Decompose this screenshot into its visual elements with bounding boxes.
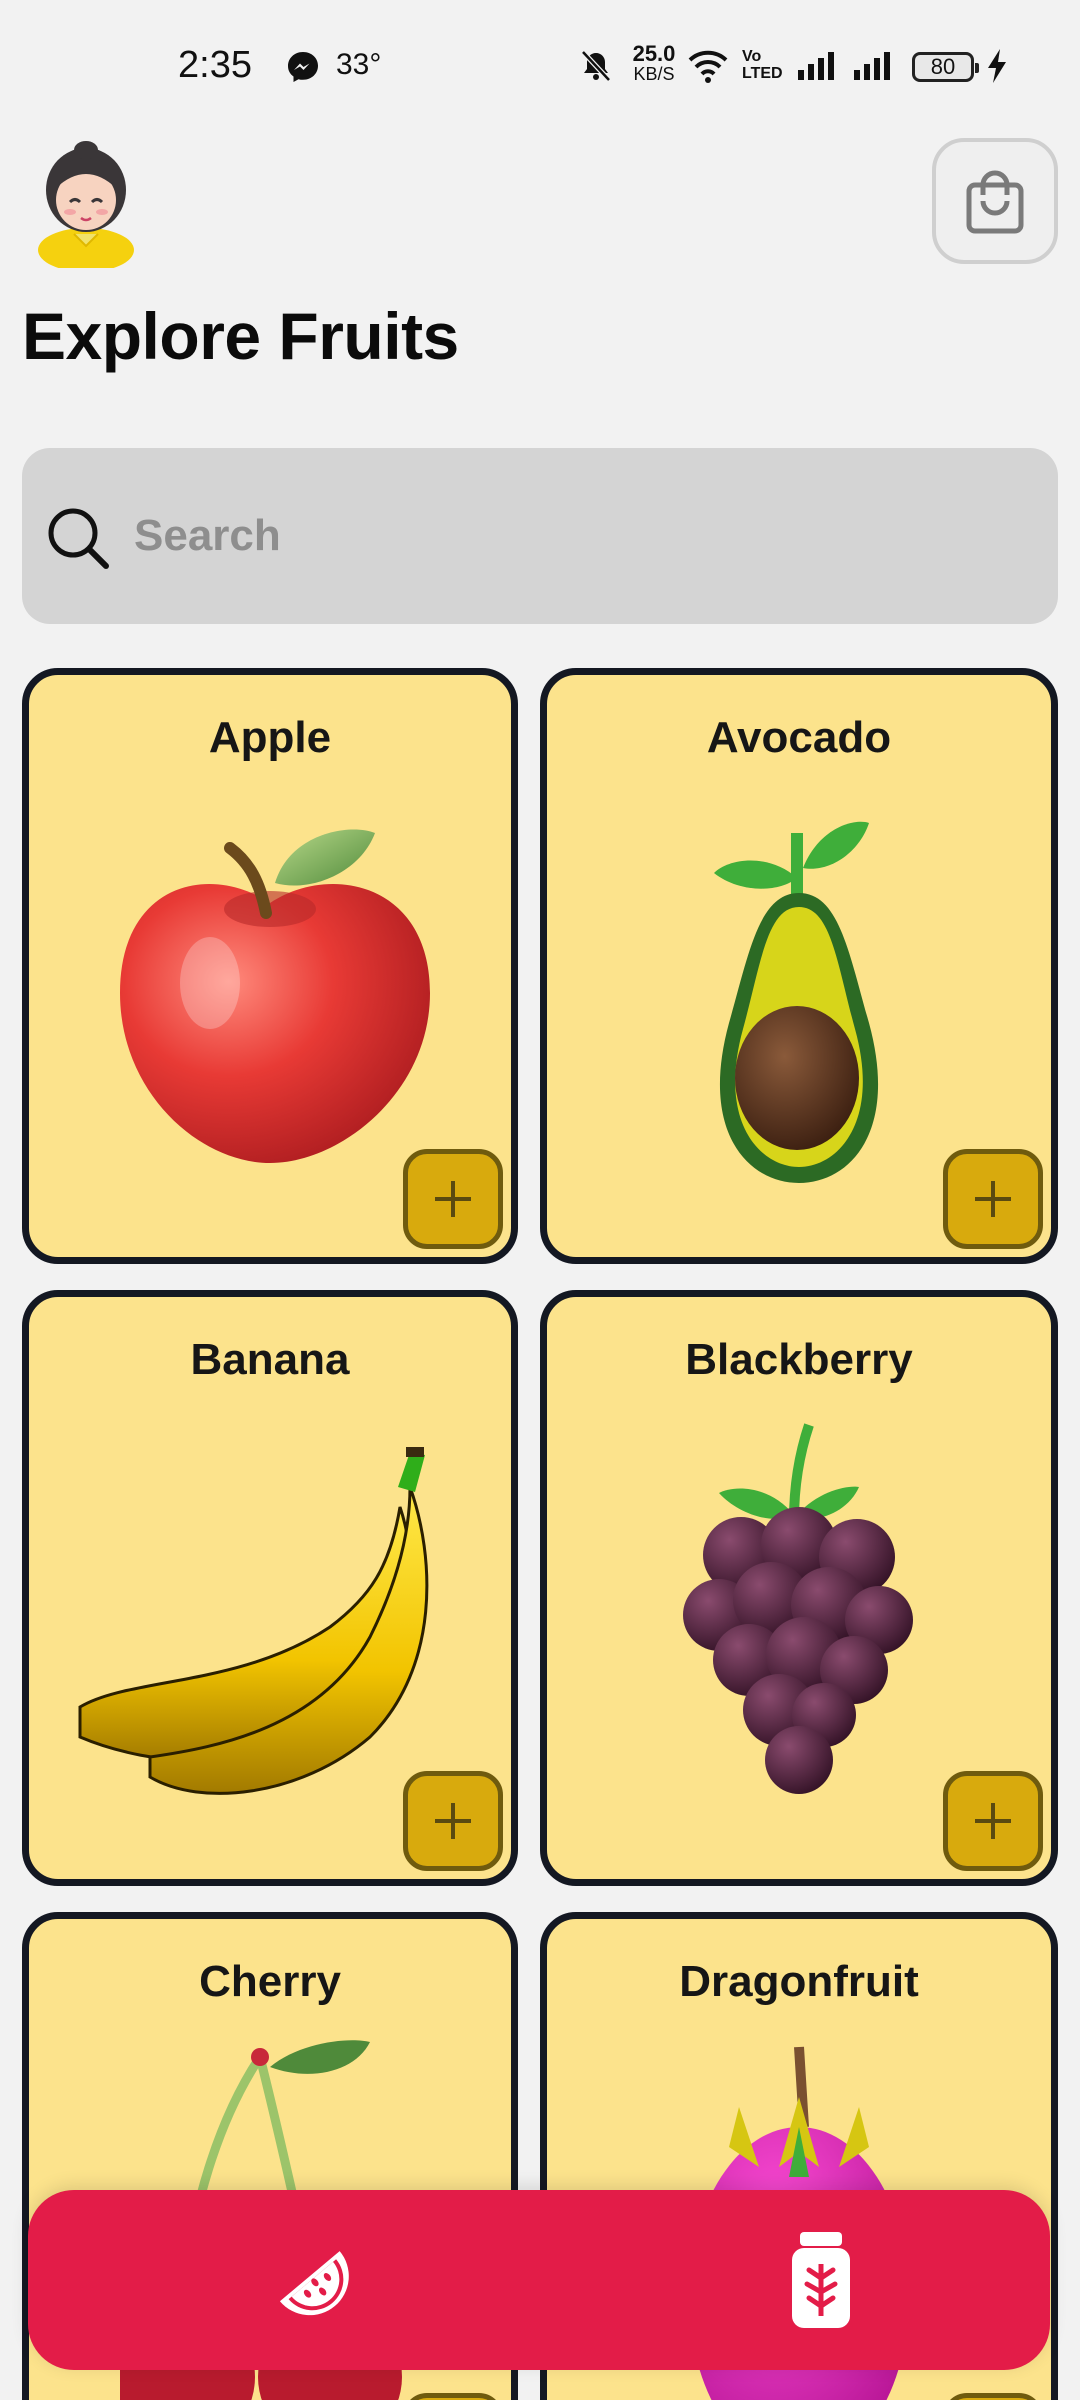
fruit-name: Avocado: [706, 713, 892, 762]
juice-jar-icon: [792, 2232, 850, 2328]
battery-indicator: 80: [912, 52, 979, 82]
network-speed-value: 25.0: [632, 41, 676, 66]
add-to-cart-button[interactable]: [943, 1771, 1043, 1871]
fruit-name: Cherry: [199, 1957, 341, 2006]
volte-indicator: Vo LTED: [742, 48, 783, 82]
status-temperature: 33°: [336, 48, 382, 81]
search-icon: [48, 508, 109, 569]
fruit-grid: Apple Avocado Banana Blackberry Cherry D…: [22, 668, 1058, 2400]
watermelon-icon: [279, 2251, 349, 2316]
nav-fruits-tab[interactable]: [188, 2190, 438, 2370]
status-time: 2:35: [178, 44, 252, 86]
plus-icon: [435, 1803, 471, 1839]
bottom-navigation: [28, 2190, 1050, 2370]
volte-line-2: LTED: [742, 65, 783, 82]
signal-icon: [854, 52, 890, 80]
volte-line-1: Vo: [742, 48, 762, 65]
fruit-card-apple[interactable]: Apple: [22, 668, 518, 1264]
banana-image: [78, 1447, 429, 1795]
wifi-icon: [688, 50, 728, 83]
fruit-name: Banana: [190, 1335, 350, 1384]
add-to-cart-button[interactable]: [403, 2393, 503, 2400]
search-bar[interactable]: [22, 448, 1058, 624]
add-to-cart-button[interactable]: [943, 1149, 1043, 1249]
avatar[interactable]: [34, 138, 138, 268]
search-input[interactable]: [134, 504, 1014, 568]
mute-icon: [581, 50, 611, 82]
nav-juice-tab[interactable]: [696, 2190, 946, 2370]
add-to-cart-button[interactable]: [403, 1771, 503, 1871]
shopping-bag-icon: [966, 170, 1024, 234]
plus-icon: [975, 1181, 1011, 1217]
avocado-image: [714, 821, 879, 1183]
fruit-card-avocado[interactable]: Avocado: [540, 668, 1058, 1264]
messenger-icon: [288, 52, 318, 82]
charging-bolt-icon: [988, 49, 1006, 83]
network-speed-unit: KB/S: [633, 64, 675, 84]
network-speed: 25.0 KB/S: [626, 41, 682, 85]
blackberry-image: [683, 1423, 913, 1794]
add-to-cart-button[interactable]: [943, 2393, 1043, 2400]
fruit-name: Dragonfruit: [679, 1957, 919, 2006]
signal-icon: [798, 52, 834, 80]
add-to-cart-button[interactable]: [403, 1149, 503, 1249]
page-title: Explore Fruits: [22, 299, 459, 373]
fruit-name: Blackberry: [685, 1335, 913, 1384]
fruit-name: Apple: [208, 713, 332, 762]
fruit-card-blackberry[interactable]: Blackberry: [540, 1290, 1058, 1886]
cart-button[interactable]: [932, 138, 1058, 264]
apple-image: [120, 829, 430, 1163]
fruit-card-banana[interactable]: Banana: [22, 1290, 518, 1886]
plus-icon: [435, 1181, 471, 1217]
plus-icon: [975, 1803, 1011, 1839]
status-bar: 2:35 33° 25.0 KB/S Vo LTED 80: [0, 0, 1080, 136]
